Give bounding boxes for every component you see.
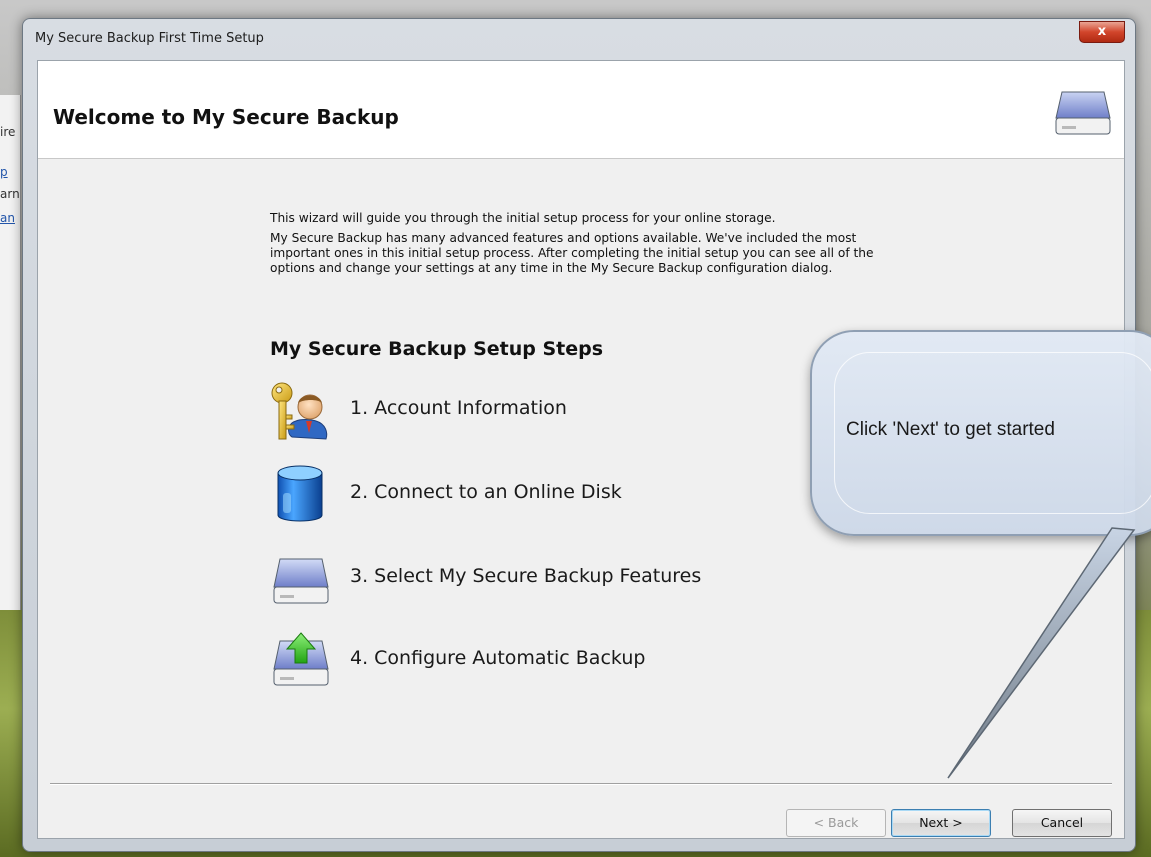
step-label: 2. Connect to an Online Disk	[350, 481, 622, 503]
steps-heading: My Secure Backup Setup Steps	[270, 338, 604, 360]
background-window-text: ire	[0, 125, 16, 139]
drive-icon	[1055, 91, 1111, 135]
background-window-text: arn	[0, 187, 20, 201]
background-window-link[interactable]: an	[0, 211, 15, 225]
step-label: 3. Select My Secure Backup Features	[350, 565, 702, 587]
page-title: Welcome to My Secure Backup	[53, 105, 399, 129]
cancel-button[interactable]: Cancel	[1012, 809, 1112, 837]
drive-upload-icon	[273, 632, 329, 686]
callout-text: Click 'Next' to get started	[846, 419, 1055, 440]
disk-cylinder-icon	[277, 465, 323, 522]
background-window-link[interactable]: p	[0, 165, 8, 179]
footer-separator	[50, 783, 1112, 785]
intro-paragraph: This wizard will guide you through the i…	[270, 211, 776, 225]
step-label: 1. Account Information	[350, 397, 567, 419]
drive-icon	[273, 558, 329, 604]
back-button[interactable]: < Back	[786, 809, 886, 837]
intro-text: This wizard will guide you through the i…	[270, 211, 920, 281]
background-window: ire p arn an	[0, 95, 21, 610]
intro-paragraph: My Secure Backup has many advanced featu…	[270, 231, 874, 275]
step-label: 4. Configure Automatic Backup	[350, 647, 646, 669]
key-user-icon	[271, 382, 328, 440]
window-title: My Secure Backup First Time Setup	[35, 31, 264, 46]
next-button[interactable]: Next >	[891, 809, 991, 837]
close-button[interactable]: x	[1079, 21, 1125, 43]
wizard-header: Welcome to My Secure Backup	[38, 61, 1124, 159]
